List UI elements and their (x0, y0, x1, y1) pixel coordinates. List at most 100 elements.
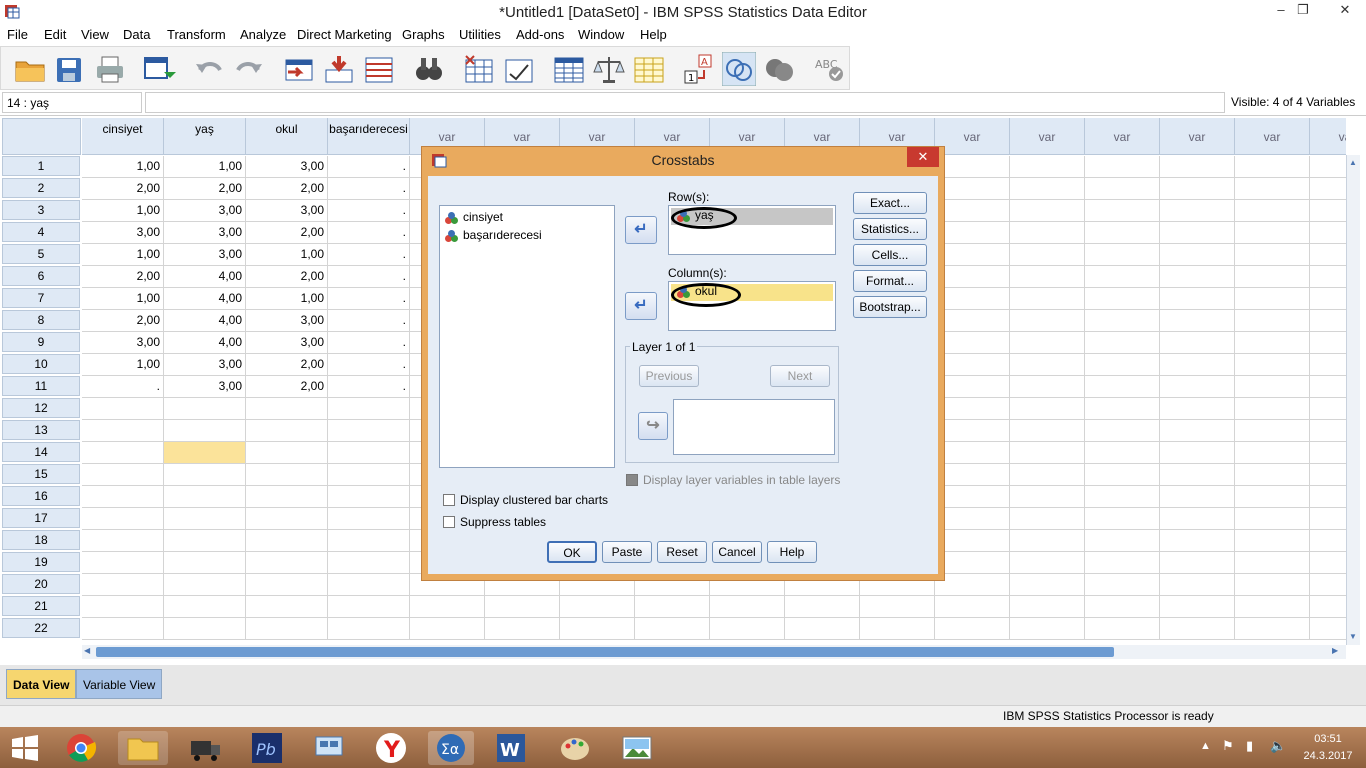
column-header-empty[interactable]: var (1010, 118, 1085, 155)
move-to-rows-button[interactable]: ↵ (625, 216, 657, 244)
open-icon[interactable] (13, 52, 47, 86)
table-cell[interactable] (710, 596, 785, 618)
table-cell[interactable]: 3,00 (82, 222, 164, 244)
column-header-2[interactable]: okul (246, 118, 328, 155)
table-cell[interactable] (1160, 552, 1235, 574)
row-header[interactable]: 6 (2, 266, 80, 286)
table-cell[interactable]: 2,00 (246, 222, 328, 244)
row-header[interactable]: 2 (2, 178, 80, 198)
column-header-0[interactable]: cinsiyet (82, 118, 164, 155)
table-cell[interactable]: 2,00 (246, 354, 328, 376)
table-cell[interactable] (1160, 420, 1235, 442)
table-cell[interactable] (1235, 464, 1310, 486)
table-cell[interactable] (1160, 310, 1235, 332)
table-cell[interactable] (328, 398, 410, 420)
table-cell[interactable]: 1,00 (82, 156, 164, 178)
insert-variable-icon[interactable] (502, 52, 536, 86)
table-cell[interactable] (246, 464, 328, 486)
table-cell[interactable] (935, 376, 1010, 398)
menu-view[interactable]: View (81, 27, 109, 42)
table-cell[interactable] (560, 596, 635, 618)
table-cell[interactable] (1010, 354, 1085, 376)
list-item[interactable]: başarıderecesi (445, 228, 542, 242)
source-variable-list[interactable]: cinsiyet başarıderecesi (439, 205, 615, 468)
table-cell[interactable] (935, 200, 1010, 222)
table-cell[interactable] (935, 464, 1010, 486)
table-cell[interactable] (328, 574, 410, 596)
flag-icon[interactable]: ⚑ (1222, 738, 1234, 754)
statistics-button[interactable]: Statistics... (853, 218, 927, 240)
display-layer-checkbox[interactable] (626, 474, 638, 486)
rows-list[interactable]: yaş (668, 205, 836, 255)
table-cell[interactable] (82, 618, 164, 640)
table-cell[interactable] (1085, 222, 1160, 244)
table-cell[interactable] (1310, 156, 1346, 178)
row-header[interactable]: 8 (2, 310, 80, 330)
table-cell[interactable] (328, 530, 410, 552)
table-cell[interactable] (328, 552, 410, 574)
goto-variable-icon[interactable] (322, 52, 356, 86)
spss-icon[interactable]: Σα (428, 731, 474, 765)
weight-cases-icon[interactable] (592, 52, 626, 86)
insert-cases-icon[interactable] (462, 52, 496, 86)
save-icon[interactable] (53, 52, 87, 86)
table-cell[interactable]: . (328, 156, 410, 178)
table-cell[interactable] (1235, 618, 1310, 640)
table-cell[interactable] (1160, 508, 1235, 530)
split-file-icon[interactable] (552, 52, 586, 86)
table-cell[interactable] (1235, 530, 1310, 552)
paste-button[interactable]: Paste (602, 541, 652, 563)
table-cell[interactable] (1010, 200, 1085, 222)
table-cell[interactable] (1310, 244, 1346, 266)
table-cell[interactable] (860, 618, 935, 640)
table-cell[interactable] (485, 596, 560, 618)
row-header[interactable]: 14 (2, 442, 80, 462)
table-cell[interactable] (164, 596, 246, 618)
table-cell[interactable] (1010, 222, 1085, 244)
table-cell[interactable] (328, 486, 410, 508)
table-cell[interactable] (1310, 200, 1346, 222)
table-cell[interactable] (1310, 398, 1346, 420)
chrome-icon[interactable] (64, 731, 98, 765)
table-cell[interactable] (1085, 508, 1160, 530)
photos-icon[interactable] (620, 731, 654, 765)
table-cell[interactable] (935, 398, 1010, 420)
table-cell[interactable] (935, 222, 1010, 244)
scroll-left-icon[interactable]: ◀ (84, 646, 94, 658)
undo-icon[interactable] (192, 52, 226, 86)
menu-graphs[interactable]: Graphs (402, 27, 445, 42)
column-header-empty[interactable]: var (1235, 118, 1310, 155)
scroll-up-icon[interactable]: ▲ (1348, 158, 1358, 168)
table-cell[interactable] (1310, 332, 1346, 354)
table-cell[interactable]: 2,00 (246, 376, 328, 398)
table-cell[interactable]: 3,00 (246, 332, 328, 354)
table-cell[interactable] (1310, 530, 1346, 552)
table-cell[interactable] (1010, 530, 1085, 552)
table-cell[interactable] (1085, 442, 1160, 464)
menu-help[interactable]: Help (640, 27, 667, 42)
table-cell[interactable]: 1,00 (82, 244, 164, 266)
table-cell[interactable] (246, 552, 328, 574)
table-cell[interactable] (1085, 552, 1160, 574)
table-cell[interactable] (1160, 288, 1235, 310)
table-cell[interactable] (1235, 178, 1310, 200)
table-cell[interactable] (1010, 574, 1085, 596)
table-cell[interactable] (1160, 442, 1235, 464)
table-cell[interactable] (1010, 178, 1085, 200)
active-cell[interactable] (164, 442, 246, 464)
table-cell[interactable] (1010, 244, 1085, 266)
table-cell[interactable]: 4,00 (164, 288, 246, 310)
table-cell[interactable]: . (328, 332, 410, 354)
column-header-empty[interactable]: var (1160, 118, 1235, 155)
table-cell[interactable] (785, 618, 860, 640)
column-header-1[interactable]: yaş (164, 118, 246, 155)
ok-button[interactable]: OK (547, 541, 597, 563)
clock-time[interactable]: 03:51 (1306, 733, 1350, 745)
table-cell[interactable]: 2,00 (246, 266, 328, 288)
row-header[interactable]: 20 (2, 574, 80, 594)
table-cell[interactable] (935, 420, 1010, 442)
table-cell[interactable] (935, 178, 1010, 200)
table-cell[interactable] (246, 618, 328, 640)
scroll-right-icon[interactable]: ▶ (1332, 646, 1342, 658)
table-cell[interactable] (1310, 508, 1346, 530)
